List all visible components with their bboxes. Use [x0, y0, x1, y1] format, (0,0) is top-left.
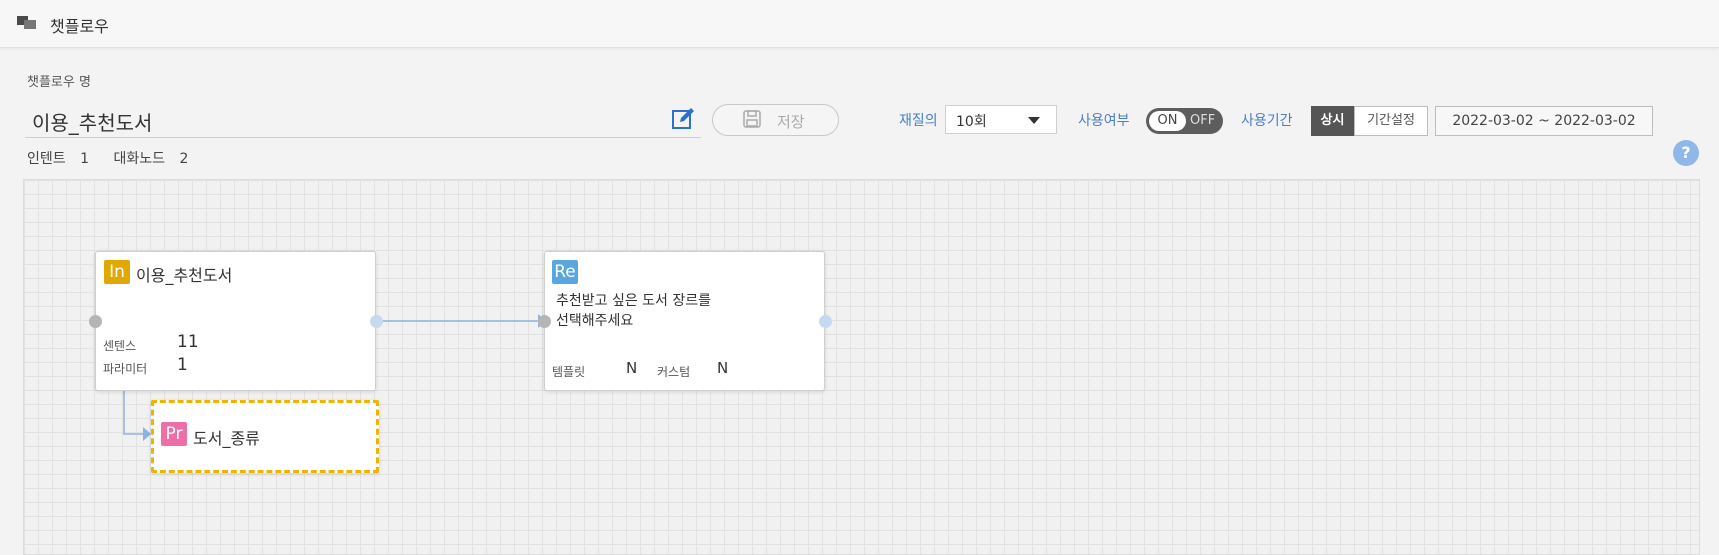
response-message-line2: 선택해주세요 — [556, 313, 634, 329]
toggle-off-label: OFF — [1190, 113, 1216, 128]
flow-stats: 인텐트 1 대화노드 2 — [27, 148, 208, 168]
node-count: 2 — [179, 151, 189, 167]
parameter-node[interactable]: Pr 도서_종류 — [151, 400, 379, 473]
app-title: 챗플로우 — [50, 17, 109, 36]
save-icon — [743, 110, 761, 128]
custom-value: N — [717, 359, 729, 377]
response-node[interactable]: Re 추천받고 싶은 도서 장르를 선택해주세요 템플릿 N 커스텀 N — [544, 251, 825, 391]
retry-select[interactable]: 10회 — [945, 105, 1057, 134]
retry-label: 재질의 — [899, 113, 938, 129]
intent-node[interactable]: In 이용_추천도서 센텐스 11 파라미터 1 — [95, 251, 376, 391]
chatflow-name-value: 이용_추천도서 — [32, 111, 153, 135]
save-button-label: 저장 — [777, 113, 805, 131]
template-label: 템플릿 — [552, 365, 586, 379]
period-always-button[interactable]: 상시 — [1311, 106, 1354, 136]
toggle-on-label: ON — [1149, 111, 1186, 131]
custom-label: 커스텀 — [657, 365, 691, 379]
use-toggle[interactable]: ON OFF — [1146, 108, 1223, 134]
template-value: N — [626, 359, 638, 377]
response-badge: Re — [552, 260, 578, 284]
save-button[interactable]: 저장 — [712, 104, 839, 136]
response-message-line1: 추천받고 싶은 도서 장르를 — [556, 293, 712, 309]
chevron-down-icon — [1028, 117, 1040, 124]
node-label: 대화노드 — [113, 151, 165, 167]
node-count-label: 대화노드 2 — [113, 151, 198, 167]
retry-select-value: 10회 — [956, 114, 987, 130]
intent-output-port[interactable] — [370, 315, 383, 328]
response-input-port[interactable] — [538, 315, 551, 328]
parameter-label: 파라미터 — [103, 362, 148, 376]
parameter-count: 1 — [177, 355, 188, 375]
top-header-bar: 챗플로우 — [0, 0, 1719, 48]
sentence-count: 11 — [177, 332, 199, 352]
parameter-node-title: 도서_종류 — [193, 429, 260, 448]
intent-node-title: 이용_추천도서 — [136, 266, 233, 285]
period-label: 사용기간 — [1241, 113, 1293, 129]
intent-label: 인텐트 — [27, 151, 66, 167]
chatflow-icon — [17, 14, 39, 32]
sentence-label: 센텐스 — [103, 339, 137, 353]
edit-icon[interactable] — [670, 106, 696, 132]
chatflow-name-label: 챗플로우 명 — [27, 75, 91, 90]
use-label: 사용여부 — [1078, 113, 1130, 129]
intent-count-label: 인텐트 1 — [27, 151, 99, 167]
chatflow-name-field[interactable]: 이용_추천도서 — [25, 104, 701, 138]
period-set-button[interactable]: 기간설정 — [1354, 106, 1428, 136]
response-output-port[interactable] — [819, 315, 832, 328]
intent-input-port[interactable] — [89, 315, 102, 328]
help-icon[interactable]: ? — [1673, 140, 1699, 166]
intent-badge: In — [104, 260, 130, 284]
parameter-badge: Pr — [161, 422, 187, 446]
date-range-field[interactable]: 2022-03-02 ~ 2022-03-02 — [1435, 106, 1653, 136]
intent-count: 1 — [80, 151, 90, 167]
